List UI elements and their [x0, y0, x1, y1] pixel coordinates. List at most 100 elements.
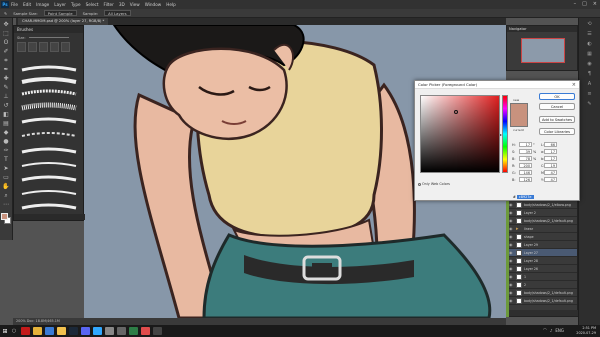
ok-button[interactable]: OK	[539, 93, 575, 100]
hex-input[interactable]: c8927e	[516, 195, 534, 199]
more-icon[interactable]: ⋯	[2, 201, 10, 209]
visibility-eye-icon[interactable]: ◉	[509, 234, 514, 239]
visibility-eye-icon[interactable]: ◉	[509, 282, 514, 287]
color-channel-input[interactable]: 146	[519, 170, 532, 175]
app-2-app-icon[interactable]	[105, 327, 114, 335]
layer-row[interactable]: ◉ body/shadows/2_1/default.png	[507, 289, 577, 297]
volume-icon[interactable]: ♪	[550, 328, 553, 334]
menu-file[interactable]: File	[11, 2, 18, 7]
brush-preset[interactable]	[61, 42, 70, 52]
menu-select[interactable]: Select	[86, 2, 99, 7]
hand-icon[interactable]: ✋	[2, 183, 10, 191]
search-icon[interactable]: ○	[10, 328, 18, 334]
color-channel-input[interactable]: 17	[544, 156, 557, 161]
hue-slider-arrow-icon[interactable]: ▸	[500, 132, 502, 137]
windows-start-icon[interactable]: ⊞	[0, 328, 10, 335]
layer-row[interactable]: ◉ Layer 29	[507, 241, 577, 249]
chrome-app-icon[interactable]	[33, 327, 42, 335]
color-channel-input[interactable]: 17	[544, 149, 557, 154]
color-icon[interactable]: ◉	[585, 61, 594, 67]
brush-preset[interactable]	[17, 42, 26, 52]
layer-row[interactable]: ◉ Layer 28	[507, 257, 577, 265]
menu-layer[interactable]: Layer	[54, 2, 66, 7]
layer-row[interactable]: ◉ body/shadows/2_1/elbow.png	[507, 201, 577, 209]
only-web-colors-option[interactable]: Only Web Colors	[418, 182, 450, 186]
menu-image[interactable]: Image	[36, 2, 49, 7]
color-channel-input[interactable]: 66	[544, 142, 557, 147]
menu-edit[interactable]: Edit	[23, 2, 31, 7]
layer-row[interactable]: ◉ Layer 26	[507, 265, 577, 273]
current-color-swatch[interactable]	[510, 115, 528, 127]
shape-icon[interactable]: ▭	[2, 174, 10, 182]
menu-view[interactable]: View	[130, 2, 140, 7]
visibility-eye-icon[interactable]: ◉	[509, 298, 514, 303]
wifi-icon[interactable]: ⌒	[543, 328, 547, 334]
color-channel-input[interactable]: 19	[544, 163, 557, 168]
navigator-thumbnail[interactable]	[521, 38, 565, 63]
color-channel-input[interactable]: 200	[519, 163, 532, 168]
visibility-eye-icon[interactable]: ◉	[509, 266, 514, 271]
color-channel-input[interactable]: 17	[519, 142, 532, 147]
layer-row[interactable]: ◉ Layer 27	[507, 249, 577, 257]
crop-icon[interactable]: ⌗	[2, 57, 10, 65]
eyedropper-option-icon[interactable]: ✎	[4, 11, 7, 16]
add-to-swatches-button[interactable]: Add to Swatches	[539, 116, 575, 123]
stamp-icon[interactable]: ⊥	[2, 93, 10, 101]
app-4-app-icon[interactable]	[129, 327, 138, 335]
photos-app-icon[interactable]	[45, 327, 54, 335]
layer-row[interactable]: ◉ body/shadows/2_1/default.png	[507, 297, 577, 305]
visibility-eye-icon[interactable]: ◉	[509, 210, 514, 215]
properties-icon[interactable]: ☰	[585, 31, 594, 37]
saturation-brightness-field[interactable]	[420, 95, 500, 173]
color-channel-input[interactable]: 78	[519, 156, 532, 161]
lasso-icon[interactable]: ʘ	[2, 39, 10, 47]
eraser-icon[interactable]: ◧	[2, 111, 10, 119]
marquee-icon[interactable]: ⬚	[2, 30, 10, 38]
gradient-icon[interactable]: ▤	[2, 120, 10, 128]
only-web-colors-radio[interactable]	[418, 182, 421, 186]
adjustments-icon[interactable]: ◐	[585, 41, 594, 47]
brush-strokes-list[interactable]	[18, 64, 80, 216]
sample-size-select[interactable]: Point Sample	[43, 10, 77, 16]
color-libraries-button[interactable]: Color Libraries	[539, 128, 575, 135]
brush-preset[interactable]	[50, 42, 59, 52]
opera-app-icon[interactable]	[21, 327, 30, 335]
swatches-icon[interactable]: ▦	[585, 51, 594, 57]
color-picker-cursor[interactable]	[454, 110, 458, 114]
path-select-icon[interactable]: ➤	[2, 165, 10, 173]
steam-app-icon[interactable]	[69, 327, 78, 335]
visibility-eye-icon[interactable]: ◉	[509, 226, 514, 231]
close-dialog-icon[interactable]: ×	[572, 82, 576, 88]
visibility-eye-icon[interactable]: ◉	[509, 202, 514, 207]
menu-filter[interactable]: Filter	[103, 2, 113, 7]
layer-row[interactable]: ◉ 1	[507, 273, 577, 281]
close-window-button[interactable]: ×	[593, 1, 597, 7]
app-5-app-icon[interactable]	[141, 327, 150, 335]
layer-row[interactable]: ◉ body/shadows/2_1/default.png	[507, 217, 577, 225]
visibility-eye-icon[interactable]: ◉	[509, 258, 514, 263]
brush-preset[interactable]	[39, 42, 48, 52]
visibility-eye-icon[interactable]: ◉	[509, 274, 514, 279]
menu-help[interactable]: Help	[166, 2, 176, 7]
move-icon[interactable]: ✥	[2, 21, 10, 29]
blur-icon[interactable]: ◆	[2, 129, 10, 137]
channels-icon[interactable]: ≡	[585, 91, 594, 97]
history-icon[interactable]: ⟲	[585, 21, 594, 27]
brush-size-slider[interactable]	[28, 36, 69, 39]
foreground-color-swatch[interactable]	[1, 213, 8, 220]
visibility-eye-icon[interactable]: ◉	[509, 218, 514, 223]
minimize-button[interactable]: –	[574, 1, 577, 7]
paths-icon[interactable]: ✎	[585, 101, 594, 107]
color-channel-input[interactable]: 39	[519, 149, 532, 154]
color-swatches[interactable]	[1, 213, 11, 224]
healing-icon[interactable]: ✚	[2, 75, 10, 83]
menu-window[interactable]: Window	[145, 2, 162, 7]
color-channel-input[interactable]: 47	[544, 177, 557, 182]
cancel-button[interactable]: Cancel	[539, 103, 575, 110]
clock[interactable]: 2:51 PM 2020-07-29	[576, 326, 596, 335]
sample-select[interactable]: All Layers	[104, 10, 131, 16]
color-channel-input[interactable]: 47	[544, 170, 557, 175]
brush-icon[interactable]: ✎	[2, 84, 10, 92]
files-app-icon[interactable]	[57, 327, 66, 335]
layer-row[interactable]: ◉ 2	[507, 281, 577, 289]
